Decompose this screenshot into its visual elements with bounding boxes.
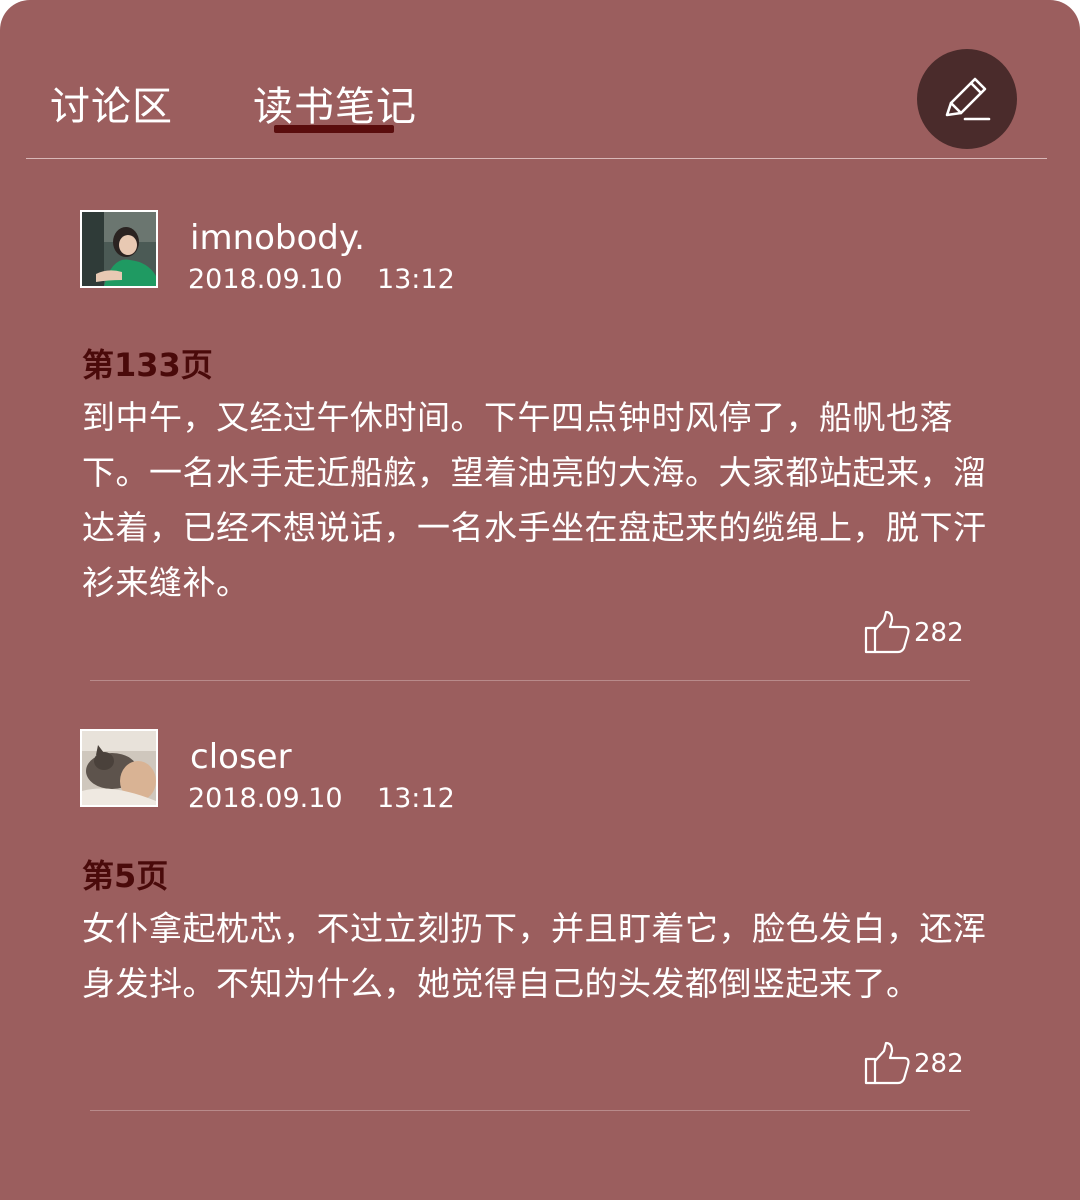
username[interactable]: imnobody. [190,218,365,258]
thumbs-up-icon [864,610,910,654]
header-divider [26,158,1047,159]
note-text: 女仆拿起枕芯，不过立刻扔下，并且盯着它，脸色发白，还浑身发抖。不知为什么，她觉得… [82,909,987,1003]
note-text: 到中午，又经过午休时间。下午四点钟时风停了，船帆也落下。一名水手走近船舷，望着油… [82,398,987,602]
post-date: 2018.09.10 [188,783,343,814]
post-time: 13:12 [376,264,455,295]
like-count: 282 [914,618,964,648]
like-button[interactable]: 282 [864,1041,964,1087]
post-datetime: 2018.09.10 13:12 [188,264,455,295]
active-tab-indicator [274,125,394,133]
post-time: 13:12 [376,783,455,814]
avatar[interactable] [80,210,158,288]
avatar[interactable] [80,729,158,807]
tab-bar: 讨论区 读书笔记 [0,0,1080,160]
page-reference: 第5页 [82,857,169,895]
page-reference: 第133页 [82,346,213,384]
tab-reading-notes[interactable]: 读书笔记 [253,74,417,132]
tab-discussion[interactable]: 讨论区 [50,74,173,132]
post-date: 2018.09.10 [188,264,343,295]
pencil-icon [945,77,991,121]
thumbs-up-icon [864,1041,910,1085]
notes-panel: 讨论区 读书笔记 imnobody. 2018.09.10 13:12 第133… [0,0,1080,1200]
note-divider [90,1110,970,1111]
edit-note-button[interactable] [917,49,1017,149]
note-divider [90,680,970,681]
username[interactable]: closer [190,737,292,777]
like-count: 282 [914,1049,964,1079]
post-datetime: 2018.09.10 13:12 [188,783,455,814]
like-button[interactable]: 282 [864,610,964,656]
